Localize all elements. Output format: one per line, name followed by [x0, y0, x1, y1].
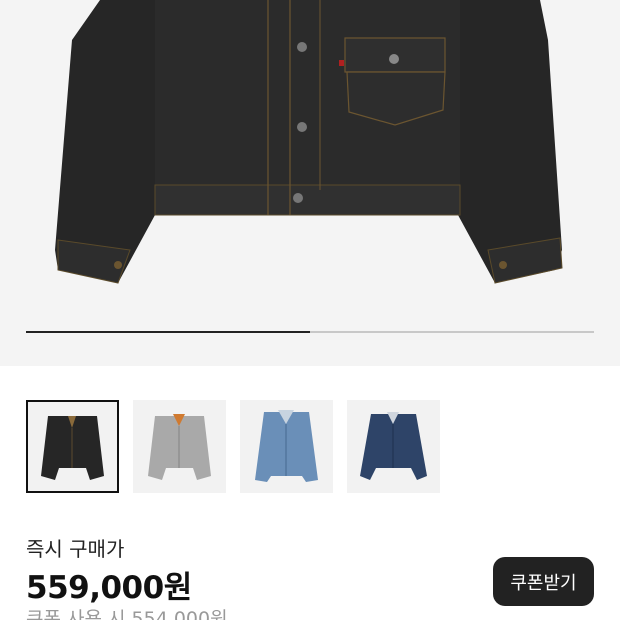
thumbnail-strip [26, 400, 440, 493]
thumb-light-blue-denim-jacket[interactable] [240, 400, 333, 493]
carousel-progress-track [26, 331, 594, 333]
thumb-black-denim-jacket[interactable] [26, 400, 119, 493]
coupon-price-text: 쿠폰 사용 시 554,000원 [26, 608, 228, 620]
instant-buy-price-label: 즉시 구매가 [26, 537, 125, 561]
grey-jacket-thumbnail-icon [148, 414, 211, 480]
dark-blue-jacket-thumbnail-icon [360, 412, 427, 480]
light-blue-jacket-thumbnail-icon [255, 410, 318, 482]
get-coupon-button[interactable]: 쿠폰받기 [493, 557, 594, 606]
carousel-progress-fill [26, 331, 310, 333]
thumb-dark-blue-denim-jacket[interactable] [347, 400, 440, 493]
black-denim-jacket-image [55, 0, 563, 284]
black-jacket-thumbnail-icon [41, 416, 104, 480]
thumb-grey-denim-jacket[interactable] [133, 400, 226, 493]
price-value: 559,000원 [26, 570, 192, 606]
product-image-area[interactable] [0, 0, 620, 366]
